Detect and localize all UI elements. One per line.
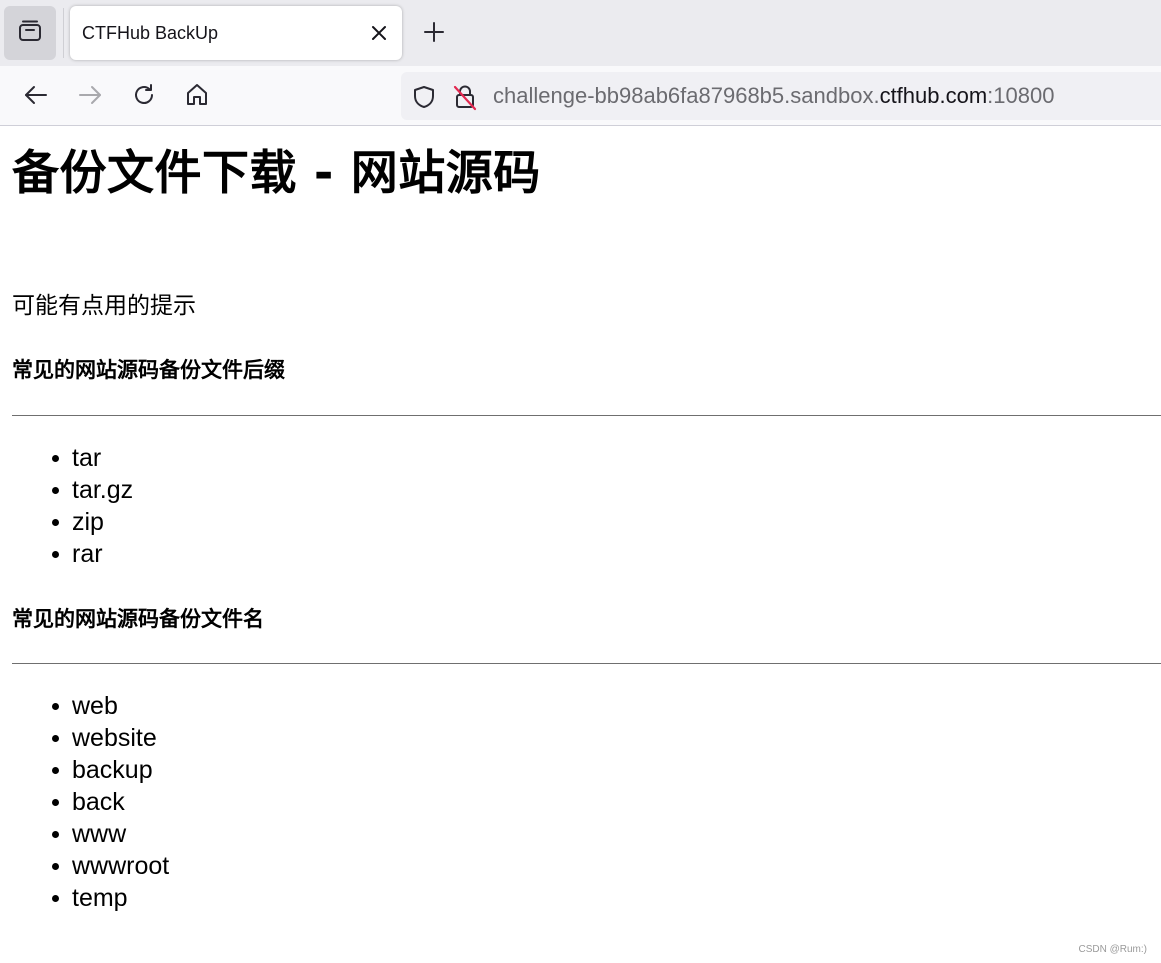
list-item-text: backup (72, 756, 153, 784)
page-title: 备份文件下载 - 网站源码 (12, 146, 541, 201)
bullet (52, 735, 59, 742)
list-item-text: website (72, 724, 157, 752)
tab-ctfhub-backup[interactable]: CTFHub BackUp (70, 6, 402, 60)
list-item: tar.gz (12, 474, 133, 506)
forward-button[interactable] (75, 82, 105, 112)
plus-icon (423, 21, 445, 47)
url-prefix: challenge-bb98ab6fa87968b5.sandbox. (493, 83, 880, 108)
list-item: temp (12, 882, 169, 914)
divider (12, 415, 1161, 416)
list-item: tar (12, 442, 133, 474)
list-item-text: tar.gz (72, 476, 134, 504)
url-text[interactable]: challenge-bb98ab6fa87968b5.sandbox.ctfhu… (493, 83, 1054, 109)
tab-divider (63, 8, 64, 58)
divider (12, 663, 1161, 664)
section-heading-suffixes: 常见的网站源码备份文件后缀 (12, 358, 285, 382)
list-item-text: www (72, 820, 127, 848)
arrow-left-icon (23, 82, 49, 112)
reload-icon (131, 82, 157, 112)
tab-title: CTFHub BackUp (82, 23, 219, 43)
back-button[interactable] (21, 82, 51, 112)
arrow-right-icon (77, 82, 103, 112)
list-item: rar (12, 538, 133, 570)
list-item-text: rar (72, 540, 103, 568)
bullet (52, 767, 59, 774)
tab-list-icon (17, 18, 43, 48)
list-item: www (12, 818, 169, 850)
tab-bar: CTFHub BackUp (0, 0, 1161, 66)
bullet (52, 831, 59, 838)
list-item: website (12, 722, 169, 754)
list-item: wwwroot (12, 850, 169, 882)
shield-icon[interactable] (411, 84, 437, 110)
close-icon[interactable] (368, 22, 390, 44)
url-port: :10800 (987, 83, 1055, 108)
bullet (52, 895, 59, 902)
home-icon (184, 82, 210, 112)
list-item: back (12, 786, 169, 818)
list-item: zip (12, 506, 133, 538)
list-item-text: back (72, 788, 125, 816)
bullet (52, 487, 59, 494)
watermark: CSDN @Rum:) (1078, 944, 1148, 955)
bullet (52, 551, 59, 558)
insecure-lock-icon[interactable] (451, 83, 479, 111)
list-item: backup (12, 754, 169, 786)
url-bar[interactable]: challenge-bb98ab6fa87968b5.sandbox.ctfhu… (401, 72, 1161, 120)
bullet (52, 519, 59, 526)
bullet (52, 863, 59, 870)
hint-text: 可能有点用的提示 (12, 293, 196, 319)
list-item-text: wwwroot (72, 852, 170, 880)
bullet (52, 799, 59, 806)
list-item-text: temp (72, 884, 128, 912)
suffix-list: tar tar.gz zip rar (12, 442, 133, 570)
reload-button[interactable] (129, 82, 159, 112)
home-button[interactable] (182, 82, 212, 112)
list-item-text: web (72, 692, 118, 720)
list-item-text: tar (72, 444, 102, 472)
bullet (52, 455, 59, 462)
filename-list: web website backup back www wwwroot temp (12, 690, 169, 914)
list-item-text: zip (72, 508, 104, 536)
navigation-toolbar: challenge-bb98ab6fa87968b5.sandbox.ctfhu… (0, 66, 1161, 126)
new-tab-button[interactable] (420, 20, 448, 48)
section-heading-filenames: 常见的网站源码备份文件名 (12, 607, 264, 631)
tab-list-button[interactable] (4, 6, 56, 60)
url-host: ctfhub.com (879, 83, 988, 108)
list-item: web (12, 690, 169, 722)
bullet (52, 703, 59, 710)
